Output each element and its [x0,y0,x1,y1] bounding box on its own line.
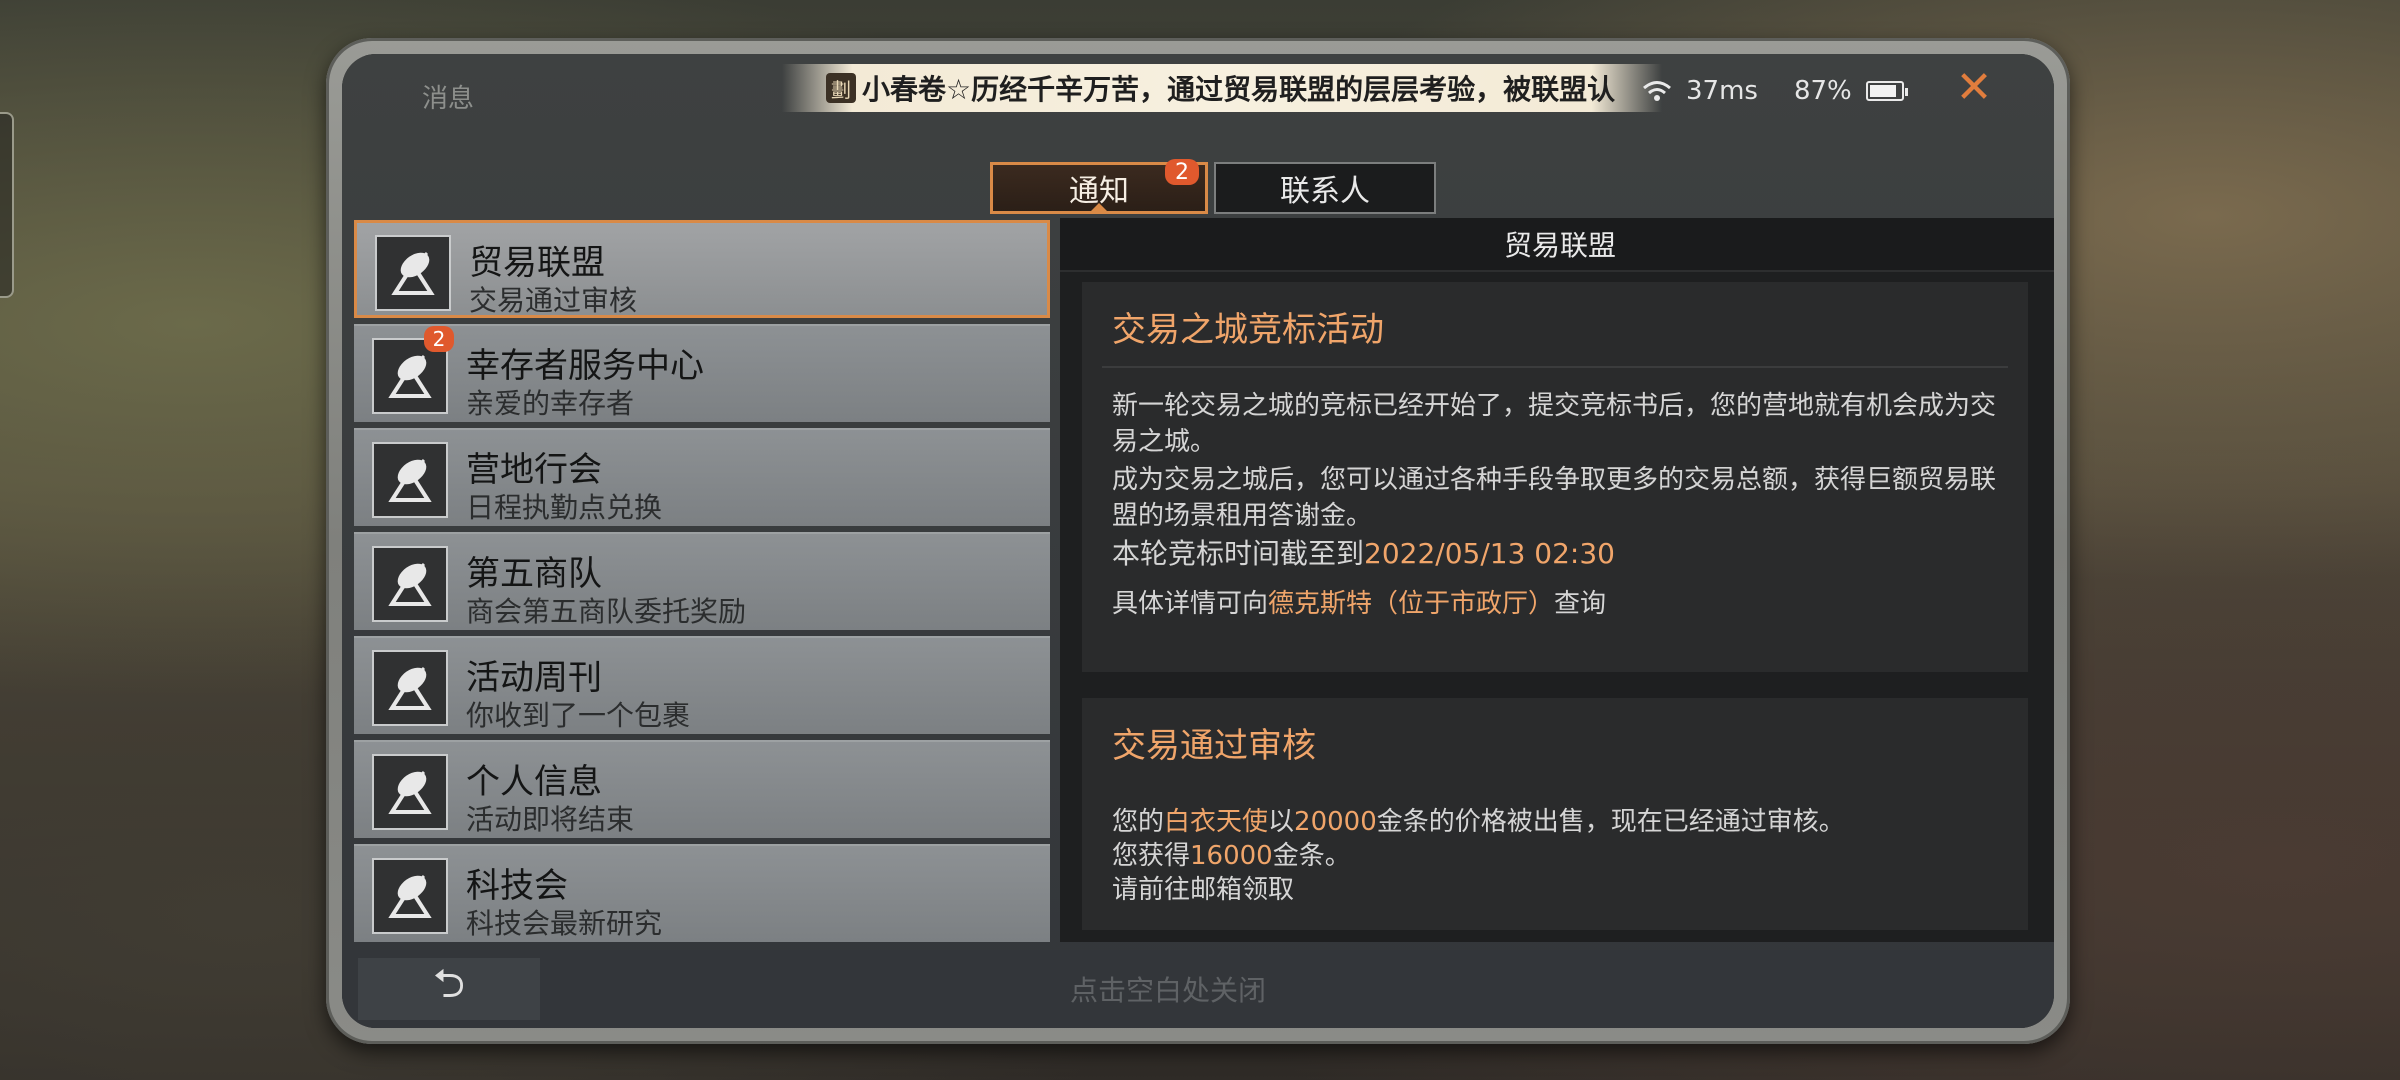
message-paragraph: 新一轮交易之城的竞标已经开始了，提交竞标书后，您的营地就有机会成为交易之城。 [1112,391,1997,457]
sender-title: 科技会 [466,866,568,906]
sender-subtitle: 亲爱的幸存者 [466,387,635,420]
battery-level-fill [1869,85,1896,97]
message-card-trade-approved: 交易通过审核 您的白衣天使以20000金条的价格被出售，现在已经通过审核。 您获… [1082,698,2028,930]
message-card-bidding: 交易之城竞标活动 新一轮交易之城的竞标已经开始了，提交竞标书后，您的营地就有机会… [1082,282,2028,672]
battery-icon [1865,81,1908,101]
contact-prefix: 具体详情可向 [1112,589,1269,619]
sale-price: 20000 [1294,807,1377,837]
sender-subtitle: 活动即将结束 [466,803,635,836]
sender-item-trade-alliance[interactable]: 贸易联盟 交易通过审核 [354,220,1050,318]
sender-item-fifth-caravan[interactable]: 第五商队 商会第五商队委托奖励 [354,532,1050,630]
satellite-dish-icon [375,235,451,311]
status-area: 37ms 87% [1642,76,1908,106]
satellite-dish-icon [372,442,448,518]
sender-subtitle: 商会第五商队委托奖励 [466,595,747,628]
received-amount: 16000 [1190,841,1273,871]
sender-title: 营地行会 [466,450,602,490]
sender-list[interactable]: 贸易联盟 交易通过审核 2 幸存者服务中心 亲爱的幸存者 营地行会 日程执勤点兑… [342,218,1058,942]
announcement-text: 小春卷☆历经千辛万苦，通过贸易联盟的层层考验，被联盟认 [862,73,1616,106]
tab-notifications[interactable]: 通知 2 [990,159,1208,214]
notification-badge: 2 [1165,159,1199,185]
trade-line-2: 您获得16000金条。 [1112,838,2012,874]
sender-subtitle: 科技会最新研究 [466,907,663,940]
text-span: 金条的价格被出售，现在已经通过审核。 [1376,807,1845,837]
satellite-dish-icon [372,754,448,830]
satellite-dish-icon [372,546,448,622]
tab-contacts[interactable]: 联系人 [1214,162,1436,214]
side-handle[interactable] [0,112,14,298]
message-detail-panel[interactable]: 贸易联盟 交易之城竞标活动 新一轮交易之城的竞标已经开始了，提交竞标书后，您的营… [1060,218,2054,942]
sender-title: 第五商队 [466,554,602,594]
trade-line-3: 请前往邮箱领取 [1112,875,1295,905]
text-span: 金条。 [1272,841,1351,871]
sender-subtitle: 日程执勤点兑换 [466,491,663,524]
guild-icon: 劃 [826,73,856,103]
sender-item-personal-info[interactable]: 个人信息 活动即将结束 [354,740,1050,838]
top-bar: 消息 劃 小春卷☆历经千辛万苦，通过贸易联盟的层层考验，被联盟认 37ms 87… [342,54,2054,120]
deadline-time: 2022/05/13 02:30 [1364,537,1615,570]
detail-header: 贸易联盟 [1060,218,2054,272]
window-title: 消息 [422,84,475,114]
sender-title: 个人信息 [466,762,602,802]
close-button[interactable]: ✕ [1952,66,1996,110]
divider [1102,366,2008,368]
back-button[interactable]: ⮌ [358,958,540,1020]
bidding-deadline: 本轮竞标时间截至到2022/05/13 02:30 [1112,536,2012,572]
sender-subtitle: 你收到了一个包裹 [466,699,691,732]
contact-info: 具体详情可向德克斯特（位于市政厅）查询 [1112,586,2012,622]
bottom-bar: ⮌ 点击空白处关闭 [342,950,2054,1028]
close-hint[interactable]: 点击空白处关闭 [542,950,2054,1028]
contact-suffix: 查询 [1554,589,1607,619]
sender-item-tech-society[interactable]: 科技会 科技会最新研究 [354,844,1050,942]
battery-percent: 87% [1793,76,1852,106]
sender-subtitle: 交易通过审核 [469,284,638,317]
message-paragraph: 成为交易之城后，您可以通过各种手段争取更多的交易总额，获得巨额贸易联盟的场景租用… [1112,465,1997,531]
tab-contacts-label: 联系人 [1280,174,1370,209]
unread-badge: 2 [424,326,454,352]
npc-link[interactable]: 德克斯特（位于市政厅） [1268,589,1554,619]
sender-title: 贸易联盟 [469,243,605,283]
sender-item-camp-guild[interactable]: 营地行会 日程执勤点兑换 [354,428,1050,526]
back-arrow-icon: ⮌ [432,961,466,1007]
wifi-icon [1642,80,1672,102]
message-device-frame: 消息 劃 小春卷☆历经千辛万苦，通过贸易联盟的层层考验，被联盟认 37ms 87… [326,38,2070,1044]
text-span: 以 [1268,807,1295,837]
message-title: 交易通过审核 [1112,726,1316,766]
sender-title: 活动周刊 [466,658,602,698]
message-title: 交易之城竞标活动 [1112,310,1384,350]
text-span: 您获得 [1112,841,1191,871]
sender-item-weekly-events[interactable]: 活动周刊 你收到了一个包裹 [354,636,1050,734]
message-screen: 消息 劃 小春卷☆历经千辛万苦，通过贸易联盟的层层考验，被联盟认 37ms 87… [342,54,2054,1028]
ping-value: 37ms [1686,76,1758,106]
satellite-dish-icon [372,858,448,934]
tab-active-caret [1089,203,1109,213]
item-name: 白衣天使 [1164,807,1269,837]
deadline-label: 本轮竞标时间截至到 [1112,537,1365,570]
announcement-marquee: 劃 小春卷☆历经千辛万苦，通过贸易联盟的层层考验，被联盟认 [782,64,1662,112]
sender-title: 幸存者服务中心 [466,346,704,386]
satellite-dish-icon [372,650,448,726]
text-span: 您的 [1112,807,1165,837]
trade-line-1: 您的白衣天使以20000金条的价格被出售，现在已经通过审核。 [1112,804,2012,840]
sender-item-survivor-service[interactable]: 2 幸存者服务中心 亲爱的幸存者 [354,324,1050,422]
